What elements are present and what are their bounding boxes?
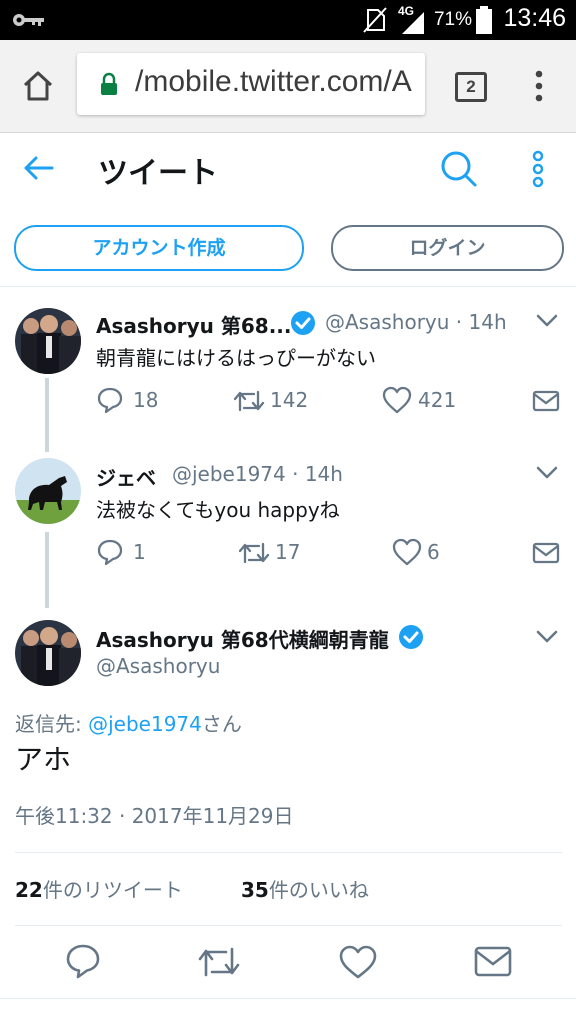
divider <box>0 286 576 287</box>
reply-count: 18 <box>133 388 159 412</box>
reply-icon[interactable] <box>96 538 124 566</box>
divider <box>0 998 576 999</box>
tab-switcher-button[interactable]: 2 <box>455 72 487 102</box>
reply-context: 返信先: @jebe1974さん <box>15 708 242 737</box>
retweet-stat[interactable]: 22件のリツイート <box>15 874 183 903</box>
like-icon[interactable] <box>392 538 422 566</box>
browser-menu-icon[interactable] <box>534 70 544 102</box>
battery-percent: 71% <box>433 9 472 30</box>
url-bar[interactable]: /mobile.twitter.com/A <box>77 53 425 115</box>
author-name[interactable]: Asashoryu 第68代横綱朝青龍 <box>96 624 389 653</box>
retweet-icon[interactable] <box>237 540 271 566</box>
chevron-down-icon[interactable] <box>536 466 558 480</box>
reply-suffix: さん <box>201 712 242 736</box>
signal-icon <box>402 12 424 34</box>
lock-icon <box>101 72 117 95</box>
dm-icon[interactable] <box>532 542 560 564</box>
like-stat-label: 件のいいね <box>268 878 369 902</box>
status-bar: 4G 71% 13:46 <box>0 0 576 40</box>
search-icon[interactable] <box>440 150 478 188</box>
reply-to-link[interactable]: @jebe1974 <box>88 712 202 736</box>
like-icon[interactable] <box>382 386 412 414</box>
avatar-image <box>15 620 81 686</box>
retweet-stat-label: 件のリツイート <box>42 878 183 902</box>
more-icon[interactable] <box>530 150 546 188</box>
back-arrow-icon[interactable] <box>22 154 54 182</box>
avatar-image <box>15 458 81 524</box>
login-button[interactable]: ログイン <box>331 225 564 271</box>
url-text: /mobile.twitter.com/A <box>135 65 412 98</box>
home-icon[interactable] <box>22 70 54 102</box>
dm-icon[interactable] <box>474 946 512 978</box>
avatar[interactable] <box>15 458 81 524</box>
chevron-down-icon[interactable] <box>536 630 558 644</box>
retweet-icon[interactable] <box>196 944 242 980</box>
author-handle[interactable]: @jebe1974 · 14h <box>172 462 343 486</box>
retweet-icon[interactable] <box>232 388 266 414</box>
retweet-count: 17 <box>275 540 301 564</box>
tweet-text: 朝青龍にはけるはっぴーがない <box>96 346 376 370</box>
signup-button[interactable]: アカウント作成 <box>14 225 304 271</box>
like-stat[interactable]: 35件のいいね <box>241 874 369 903</box>
author-handle[interactable]: @Asashoryu · 14h <box>325 310 507 334</box>
key-icon <box>13 14 44 26</box>
reply-count: 1 <box>133 540 146 564</box>
timestamp[interactable]: 午後11:32 · 2017年11月29日 <box>15 800 294 829</box>
browser-toolbar: /mobile.twitter.com/A 2 <box>0 40 576 133</box>
verified-icon <box>291 311 315 335</box>
dm-icon[interactable] <box>532 390 560 412</box>
avatar-image <box>15 308 81 374</box>
clock: 13:46 <box>503 4 566 32</box>
like-count: 6 <box>427 540 440 564</box>
focused-tweet: Asashoryu 第68代横綱朝青龍 @Asashoryu 返信先: @jeb… <box>0 608 576 898</box>
tweet-text: アホ <box>15 743 72 776</box>
like-count: 421 <box>418 388 457 412</box>
author-name[interactable]: Asashoryu 第68... <box>96 310 292 339</box>
like-total: 35 <box>241 878 269 902</box>
avatar[interactable] <box>15 620 81 686</box>
tweet-text: 法被なくてもyou happyね <box>96 498 340 522</box>
no-sim-icon <box>363 7 387 33</box>
reply-icon[interactable] <box>96 386 124 414</box>
battery-icon <box>476 6 492 34</box>
retweet-total: 22 <box>15 878 43 902</box>
chevron-down-icon[interactable] <box>536 314 558 328</box>
like-icon[interactable] <box>338 944 378 980</box>
reply-icon[interactable] <box>64 942 102 980</box>
verified-icon <box>399 625 423 649</box>
tweet[interactable]: Asashoryu 第68... @Asashoryu · 14h 朝青龍にはけ… <box>0 296 576 446</box>
page-title: ツイート <box>98 156 218 191</box>
retweet-count: 142 <box>270 388 309 412</box>
reply-prefix: 返信先: <box>15 712 89 736</box>
avatar[interactable] <box>15 308 81 374</box>
author-name[interactable]: ジェベ <box>96 462 156 491</box>
divider <box>15 852 562 853</box>
author-handle[interactable]: @Asashoryu <box>96 654 220 678</box>
divider <box>15 925 562 926</box>
tweet[interactable]: ジェベ @jebe1974 · 14h 法被なくてもyou happyね 1 1… <box>0 448 576 598</box>
